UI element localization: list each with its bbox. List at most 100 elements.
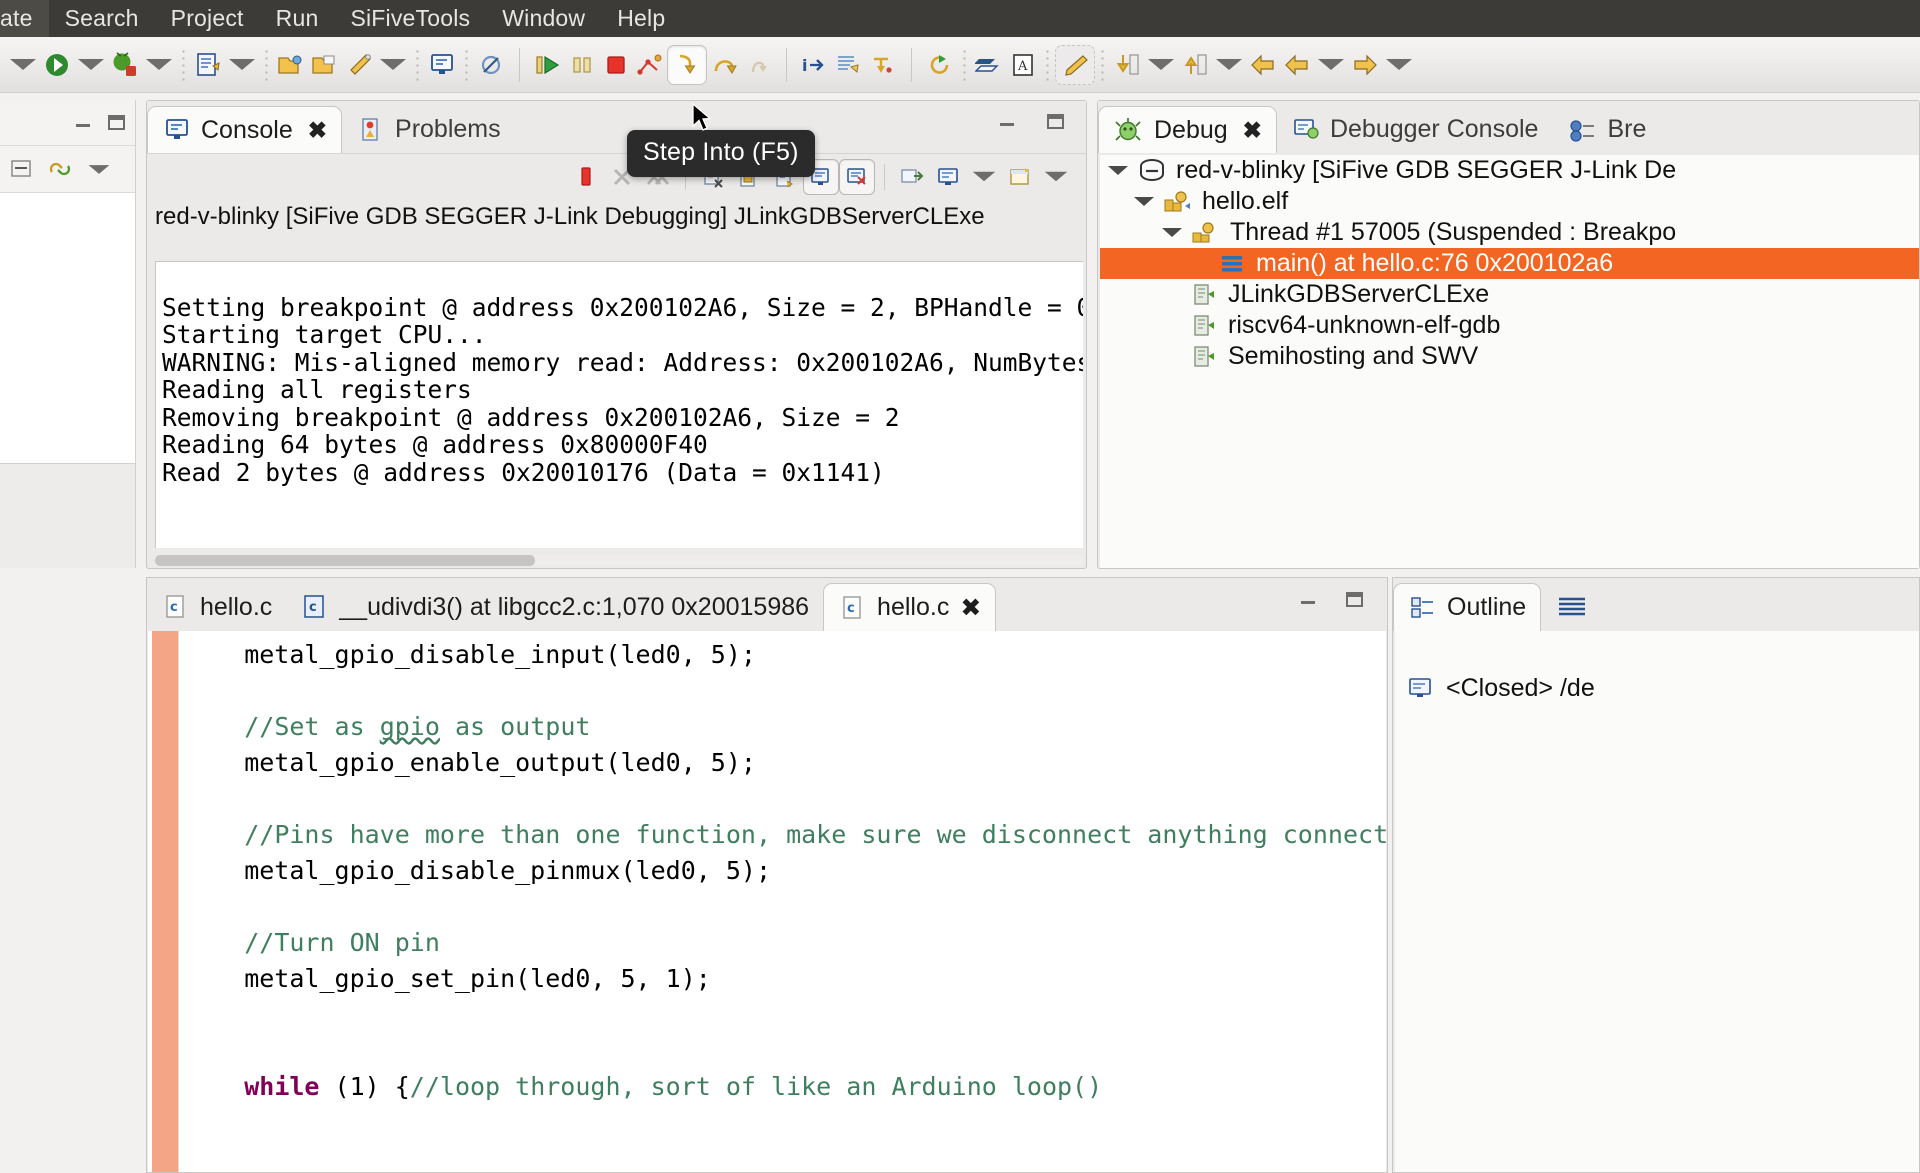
new-c-project-button[interactable] [191, 45, 225, 85]
editor-tab-hello-c-2[interactable]: c hello.c ✖ [823, 583, 997, 631]
source-code[interactable]: metal_gpio_disable_input(led0, 5); //Set… [184, 631, 1386, 1172]
open-console-button[interactable] [1002, 159, 1038, 195]
maximize-icon[interactable] [1346, 592, 1363, 607]
disconnect-button[interactable] [633, 45, 667, 85]
display-console-caret[interactable] [966, 159, 1002, 195]
menu-bar: ate Search Project Run SiFiveTools Windo… [0, 0, 1920, 37]
previous-annotation-button[interactable] [1178, 45, 1212, 85]
close-icon[interactable]: ✖ [308, 118, 327, 142]
tab-console[interactable]: Console ✖ [147, 106, 343, 153]
back-history-button[interactable] [1280, 45, 1314, 85]
tab-outline[interactable]: Outline [1393, 583, 1542, 631]
instruction-stepping-button[interactable]: i [798, 45, 832, 85]
maximize-icon[interactable] [1047, 114, 1064, 129]
terminate-button[interactable] [599, 45, 633, 85]
tree-node-stack-frame[interactable]: main() at hello.c:76 0x200102a6 [1100, 248, 1919, 279]
menu-item-run[interactable]: Run [260, 0, 335, 37]
menu-item-sifivetools[interactable]: SiFiveTools [334, 0, 486, 37]
tree-node-jlink-server[interactable]: JLinkGDBServerCLExe [1100, 279, 1919, 310]
code-area[interactable]: metal_gpio_disable_input(led0, 5); //Set… [148, 631, 1386, 1172]
step-over-button[interactable] [707, 45, 741, 85]
run-dropdown-caret[interactable] [74, 45, 108, 85]
minimize-icon[interactable] [1299, 594, 1317, 606]
tree-node-semihosting[interactable]: Semihosting and SWV [1100, 341, 1919, 372]
c-file-blue-icon: c [304, 595, 325, 618]
show-console-on-error-button[interactable] [839, 158, 875, 195]
menu-item-window[interactable]: Window [486, 0, 601, 37]
tab-build-targets[interactable] [1541, 583, 1612, 631]
open-console-caret[interactable] [1038, 159, 1074, 195]
resume-button[interactable] [531, 45, 565, 85]
hammer-icon [350, 53, 371, 75]
build-button[interactable] [342, 45, 376, 85]
debug-button[interactable] [108, 45, 142, 85]
outline-row-closed[interactable]: <Closed> /de [1395, 671, 1919, 705]
tree-node-gdb[interactable]: riscv64-unknown-elf-gdb [1100, 310, 1919, 341]
minimize-icon[interactable] [998, 116, 1016, 128]
console-output[interactable]: Setting breakpoint @ address 0x200102A6,… [155, 261, 1083, 548]
skip-breakpoints-button[interactable] [474, 45, 508, 85]
new-dropdown-caret-2[interactable] [225, 45, 259, 85]
twisty-expanded-icon[interactable] [1134, 197, 1154, 206]
link-with-editor-icon[interactable] [48, 158, 72, 180]
tree-node-process[interactable]: hello.elf [1100, 186, 1919, 217]
close-icon[interactable]: ✖ [960, 593, 981, 623]
minimize-icon[interactable] [74, 117, 92, 129]
editor-tab-hello-c-1[interactable]: c hello.c [147, 583, 286, 631]
forward-button[interactable] [1348, 45, 1382, 85]
next-annotation-caret[interactable] [1144, 45, 1178, 85]
restart-button[interactable] [923, 45, 957, 85]
suspend-button[interactable] [565, 45, 599, 85]
tab-problems[interactable]: Problems [342, 106, 515, 153]
console-button[interactable] [425, 45, 459, 85]
step-into-button[interactable] [667, 44, 707, 85]
maximize-icon[interactable] [108, 115, 125, 130]
twisty-expanded-icon[interactable] [1162, 228, 1182, 237]
tree-node-thread[interactable]: Thread #1 57005 (Suspended : Breakpo [1100, 217, 1919, 248]
menu-item-search[interactable]: Search [49, 0, 155, 37]
back-button[interactable] [1246, 45, 1280, 85]
editor-tab-udivdi3[interactable]: c __udivdi3() at libgcc2.c:1,070 0x20015… [286, 583, 823, 631]
menu-item-help[interactable]: Help [601, 0, 681, 37]
tree-node-launch[interactable]: red-v-blinky [SiFive GDB SEGGER J-Link D… [1100, 155, 1919, 186]
menu-item-ate[interactable]: ate [0, 0, 49, 37]
debug-tree[interactable]: red-v-blinky [SiFive GDB SEGGER J-Link D… [1100, 155, 1919, 568]
restart-icon [930, 54, 949, 74]
save-folder-button[interactable] [308, 45, 342, 85]
open-folder-button[interactable] [274, 45, 308, 85]
back-history-caret[interactable] [1314, 45, 1348, 85]
next-annotation-button[interactable] [1110, 45, 1144, 85]
debug-dropdown-caret[interactable] [142, 45, 176, 85]
outline-body[interactable]: <Closed> /de [1395, 631, 1919, 1172]
show-disassembly-button[interactable] [832, 45, 866, 85]
previous-annotation-caret[interactable] [1212, 45, 1246, 85]
pin-console-button[interactable] [894, 159, 930, 195]
tree-node-label: main() at hello.c:76 0x200102a6 [1256, 249, 1614, 277]
collapse-all-icon[interactable] [10, 158, 34, 180]
tab-debugger-console[interactable]: Debugger Console [1277, 106, 1552, 153]
close-icon[interactable]: ✖ [1243, 118, 1262, 142]
forward-history-caret[interactable] [1382, 45, 1416, 85]
terminate-console-button[interactable] [568, 159, 604, 195]
step-return-button[interactable] [741, 45, 775, 85]
pencil-highlight-button[interactable] [1055, 44, 1095, 85]
step-into-selection-button[interactable] [866, 45, 900, 85]
view-menu-caret-icon[interactable] [88, 164, 110, 174]
tab-breakpoints[interactable]: Bre [1552, 106, 1660, 153]
caret-down-icon [229, 59, 255, 70]
display-selected-console-button[interactable] [930, 159, 966, 195]
console-hscrollbar-thumb[interactable] [155, 555, 535, 566]
build-dropdown-caret[interactable] [376, 45, 410, 85]
new-dropdown-caret[interactable] [6, 45, 40, 85]
breakpoint-gutter-marker[interactable] [152, 631, 178, 1172]
toggle-mark-occurrences-button[interactable] [972, 45, 1006, 85]
open-type-button[interactable]: A [1006, 45, 1040, 85]
caret-down-icon [10, 59, 36, 70]
workbench: Console ✖ Problems red-v-blinky [SiFive … [0, 93, 1920, 1173]
menu-item-project[interactable]: Project [155, 0, 260, 37]
run-button[interactable] [40, 45, 74, 85]
tab-breakpoints-label: Bre [1607, 115, 1647, 143]
tab-debug[interactable]: Debug ✖ [1098, 106, 1277, 153]
twisty-expanded-icon[interactable] [1108, 166, 1128, 175]
